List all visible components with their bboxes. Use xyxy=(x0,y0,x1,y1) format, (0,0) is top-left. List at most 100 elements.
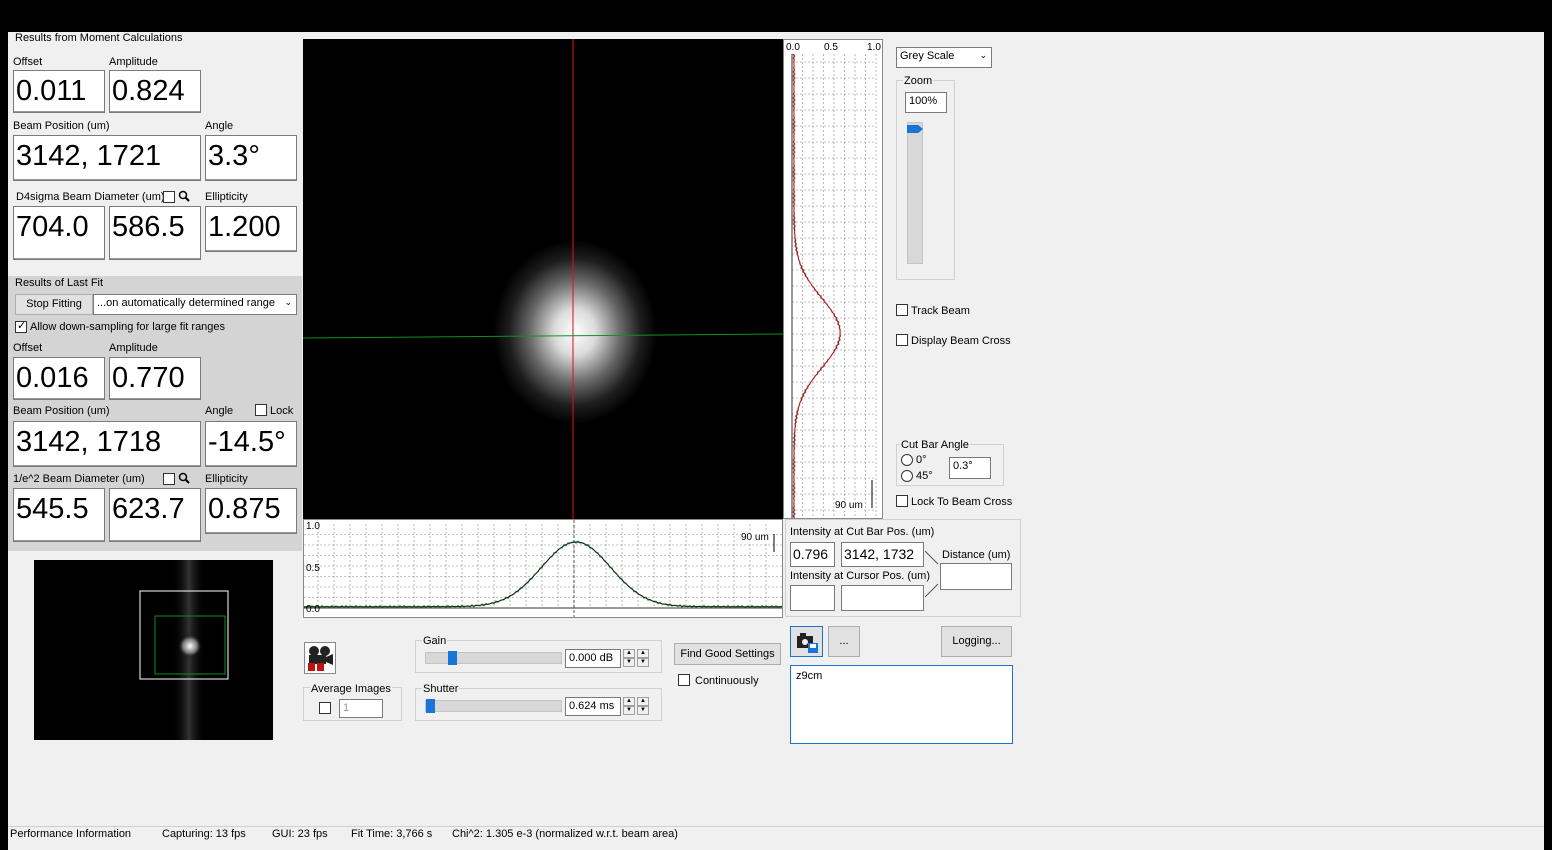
beam-image[interactable] xyxy=(302,39,784,519)
shutter-input[interactable]: 0.624 ms xyxy=(565,697,621,716)
gain-label: Gain xyxy=(422,635,448,647)
gain-slider-track[interactable] xyxy=(425,652,562,664)
cutbar-45-label: 45° xyxy=(916,470,933,482)
lock-cross-label: Lock To Beam Cross xyxy=(911,496,1013,508)
vprofile-tick-1: 1.0 xyxy=(867,42,881,53)
average-count-input[interactable]: 1 xyxy=(339,699,383,718)
moment-position-value: 3142, 1721 xyxy=(13,135,201,181)
distance-label: Distance (um) xyxy=(942,549,1011,561)
gain-up-button[interactable]: ▲ xyxy=(623,649,635,658)
cursor-position-value xyxy=(841,585,924,611)
moment-amplitude-label: Amplitude xyxy=(109,56,158,68)
fit-amplitude-label: Amplitude xyxy=(109,342,158,354)
colormap-select[interactable]: Grey Scale ⌄ xyxy=(896,47,992,68)
distance-value xyxy=(940,563,1012,590)
moment-ellipticity-label: Ellipticity xyxy=(205,191,248,203)
fit-ellipticity-label: Ellipticity xyxy=(205,473,248,485)
average-checkbox[interactable] xyxy=(319,702,331,714)
moment-angle-value: 3.3° xyxy=(205,135,297,181)
status-bar: Performance Information Capturing: 13 fp… xyxy=(8,826,1544,843)
cursor-intensity-value xyxy=(790,585,835,611)
cutbar-angle-input[interactable]: 0.3° xyxy=(949,457,991,479)
moment-ellipticity-value: 1.200 xyxy=(205,206,297,252)
logging-button[interactable]: Logging... xyxy=(941,626,1012,657)
search-icon[interactable] xyxy=(178,472,190,487)
shutter-down-fine-button[interactable]: ▼ xyxy=(637,706,649,715)
snapshot-icon[interactable] xyxy=(790,626,823,657)
gain-slider-thumb[interactable] xyxy=(448,651,457,665)
shutter-slider-track[interactable] xyxy=(425,700,562,712)
moment-amplitude-value: 0.824 xyxy=(109,70,201,113)
track-beam-checkbox[interactable] xyxy=(896,304,908,316)
fit-angle-label: Angle xyxy=(205,405,234,417)
moment-offset-value: 0.011 xyxy=(13,70,105,113)
hprofile-tick-1: 1.0 xyxy=(306,521,320,532)
vprofile-tick-05: 0.5 xyxy=(824,42,838,53)
fit-amplitude-value: 0.770 xyxy=(109,357,201,400)
fit-range-select[interactable]: ...on automatically determined range ⌄ xyxy=(93,294,297,315)
overview-thumbnail[interactable] xyxy=(34,560,273,740)
zoom-label: Zoom xyxy=(903,75,934,87)
shutter-down-button[interactable]: ▼ xyxy=(623,706,635,715)
downsample-checkbox[interactable] xyxy=(15,319,27,333)
shutter-up-button[interactable]: ▲ xyxy=(623,697,635,706)
find-good-settings-button[interactable]: Find Good Settings xyxy=(674,643,781,665)
continuously-label: Continuously xyxy=(695,675,759,687)
chevron-down-icon: ⌄ xyxy=(979,50,987,60)
hprofile-tick-05: 0.5 xyxy=(306,563,320,574)
distance-bracket xyxy=(924,550,939,598)
hprofile-tick-0: 0.0 xyxy=(306,604,320,615)
moment-section-title: Results from Moment Calculations xyxy=(15,32,183,44)
fit-diameter-x-value: 545.5 xyxy=(13,488,105,542)
shutter-slider-thumb[interactable] xyxy=(426,699,435,713)
moment-position-label: Beam Position (um) xyxy=(13,120,110,132)
notes-textarea[interactable]: z9cm xyxy=(790,665,1013,744)
colormap-select-value: Grey Scale xyxy=(900,50,955,62)
fit-angle-value: -14.5° xyxy=(205,421,297,467)
vprofile-scale-label: 90 um xyxy=(835,500,863,511)
cursor-intensity-label: Intensity at Cursor Pos. (um) xyxy=(790,570,930,582)
average-images-label: Average Images xyxy=(310,683,392,695)
hprofile-data-line xyxy=(303,540,783,609)
cutbar-intensity-value: 0.796 xyxy=(790,542,835,567)
downsample-label: Allow down-sampling for large fit ranges xyxy=(30,321,226,333)
fit-ellipticity-value: 0.875 xyxy=(205,488,297,534)
cutbar-45-radio[interactable] xyxy=(901,470,913,482)
moment-diameter-label: D4sigma Beam Diameter (um) xyxy=(16,191,165,203)
fit-offset-value: 0.016 xyxy=(13,357,105,400)
moment-diameter-x-value: 704.0 xyxy=(13,206,105,260)
cutbar-position-value: 3142, 1732 xyxy=(841,542,924,567)
status-capturing: Capturing: 13 fps xyxy=(162,828,246,840)
continuously-checkbox[interactable] xyxy=(678,674,690,686)
gain-input[interactable]: 0.000 dB xyxy=(565,649,621,668)
shutter-up-fine-button[interactable]: ▲ xyxy=(637,697,649,706)
track-beam-label: Track Beam xyxy=(911,305,970,317)
gain-down-fine-button[interactable]: ▼ xyxy=(637,658,649,667)
moment-offset-label: Offset xyxy=(13,56,43,68)
display-cross-label: Display Beam Cross xyxy=(911,335,1011,347)
fit-diameter-label: 1/e^2 Beam Diameter (um) xyxy=(13,473,145,485)
gain-down-button[interactable]: ▼ xyxy=(623,658,635,667)
more-button[interactable]: ... xyxy=(828,626,860,657)
fit-section-title: Results of Last Fit xyxy=(15,277,104,289)
vertical-profile-plot: 0.0 0.5 1.0 90 um xyxy=(783,39,883,519)
gain-up-fine-button[interactable]: ▲ xyxy=(637,649,649,658)
display-cross-checkbox[interactable] xyxy=(896,334,908,346)
moment-diameter-checkbox[interactable] xyxy=(163,191,175,203)
fit-diameter-checkbox[interactable] xyxy=(163,473,175,485)
search-icon[interactable] xyxy=(178,190,190,205)
lock-cross-checkbox[interactable] xyxy=(896,495,908,507)
stop-fitting-button[interactable]: Stop Fitting xyxy=(15,294,93,315)
zoom-slider-track[interactable] xyxy=(907,122,923,264)
status-fit-time: Fit Time: 3,766 s xyxy=(351,828,433,840)
lock-angle-checkbox[interactable] xyxy=(255,404,267,416)
fit-offset-label: Offset xyxy=(13,342,43,354)
camera-record-icon[interactable] xyxy=(304,642,336,674)
chevron-down-icon: ⌄ xyxy=(284,297,292,307)
status-chi-squared: Chi^2: 1.305 e-3 (normalized w.r.t. beam… xyxy=(452,828,678,840)
lock-angle-label: Lock xyxy=(270,405,294,417)
cutbar-0-radio[interactable] xyxy=(901,454,913,466)
main-window: Results from Moment Calculations Offset … xyxy=(8,32,1544,850)
cutbar-0-label: 0° xyxy=(916,454,927,466)
zoom-input[interactable]: 100% xyxy=(905,92,947,113)
